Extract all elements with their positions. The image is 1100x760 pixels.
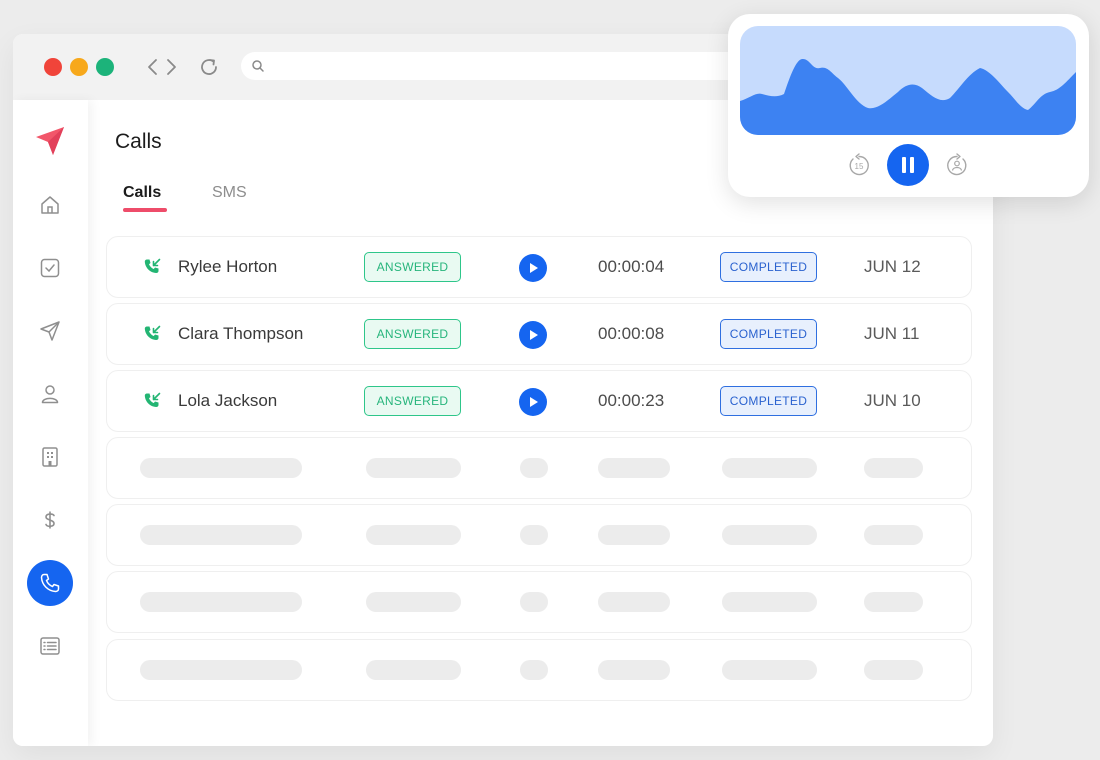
dollar-icon — [45, 511, 55, 529]
waveform-graphic — [740, 58, 1076, 135]
skeleton-bar — [864, 525, 923, 545]
speaker-button[interactable] — [944, 151, 970, 179]
completed-badge: COMPLETED — [720, 319, 817, 349]
skeleton-row — [106, 639, 972, 701]
completed-badge: COMPLETED — [720, 252, 817, 282]
user-circle-icon — [947, 153, 967, 176]
sidebar — [13, 100, 88, 746]
skeleton-row — [106, 571, 972, 633]
phone-icon — [40, 573, 60, 593]
incoming-call-icon — [144, 392, 161, 407]
call-row[interactable]: Clara Thompson ANSWERED 00:00:08 COMPLET… — [106, 303, 972, 365]
rewind-label: 15 — [855, 162, 864, 171]
skeleton-bar — [140, 525, 302, 545]
play-icon — [530, 397, 538, 407]
incoming-call-icon — [144, 325, 161, 340]
caller-name: Lola Jackson — [178, 391, 278, 410]
chevron-right-icon — [167, 59, 176, 75]
call-date: JUN 12 — [864, 257, 921, 276]
home-icon — [41, 196, 59, 214]
user-icon — [41, 385, 59, 404]
sidebar-item-home[interactable] — [27, 182, 73, 228]
building-icon — [42, 447, 58, 467]
skeleton-bar — [864, 458, 923, 478]
maximize-window-button[interactable] — [96, 58, 114, 76]
sidebar-item-tasks[interactable] — [27, 245, 73, 291]
call-duration: 00:00:08 — [598, 324, 665, 343]
play-recording-button[interactable] — [519, 388, 547, 416]
skeleton-bar — [598, 458, 670, 478]
skeleton-bar — [722, 458, 817, 478]
skeleton-bar — [140, 592, 302, 612]
call-date: JUN 10 — [864, 391, 921, 410]
checkbox-icon — [40, 258, 60, 278]
page-title: Calls — [115, 130, 162, 153]
answered-badge: ANSWERED — [364, 386, 461, 416]
completed-badge: COMPLETED — [720, 386, 817, 416]
call-duration: 00:00:23 — [598, 391, 665, 410]
call-row[interactable]: Lola Jackson ANSWERED 00:00:23 COMPLETED… — [106, 370, 972, 432]
rewind-icon: 15 — [849, 153, 869, 176]
skeleton-bar — [520, 458, 548, 478]
skeleton-bar — [598, 592, 670, 612]
pause-button[interactable] — [887, 144, 929, 186]
skeleton-bar — [864, 592, 923, 612]
caller-name: Rylee Horton — [178, 257, 278, 276]
back-button[interactable] — [141, 54, 163, 80]
skeleton-bar — [366, 525, 461, 545]
skeleton-bar — [140, 660, 302, 680]
reload-button[interactable] — [196, 54, 222, 80]
active-tab-indicator — [123, 208, 167, 212]
audio-waveform — [740, 26, 1076, 135]
sidebar-item-list[interactable] — [27, 623, 73, 669]
send-icon — [40, 321, 60, 341]
sidebar-item-billing[interactable] — [27, 497, 73, 543]
skeleton-bar — [140, 458, 302, 478]
sidebar-item-contacts[interactable] — [27, 371, 73, 417]
sidebar-item-send[interactable] — [27, 308, 73, 354]
answered-badge: ANSWERED — [364, 252, 461, 282]
play-recording-button[interactable] — [519, 321, 547, 349]
skeleton-bar — [598, 660, 670, 680]
skeleton-row — [106, 504, 972, 566]
skeleton-bar — [722, 525, 817, 545]
search-icon — [252, 60, 264, 72]
skeleton-bar — [520, 660, 548, 680]
sidebar-logo[interactable] — [27, 118, 73, 164]
rewind-15-button[interactable]: 15 — [846, 151, 872, 179]
address-bar[interactable] — [241, 52, 801, 80]
skeleton-row — [106, 437, 972, 499]
pause-icon — [902, 157, 914, 173]
sidebar-item-companies[interactable] — [27, 434, 73, 480]
answered-badge: ANSWERED — [364, 319, 461, 349]
skeleton-bar — [366, 592, 461, 612]
chevron-left-icon — [148, 59, 157, 75]
skeleton-bar — [598, 525, 670, 545]
skeleton-bar — [520, 592, 548, 612]
tab-sms[interactable]: SMS — [212, 184, 247, 202]
call-row[interactable]: Rylee Horton ANSWERED 00:00:04 COMPLETED… — [106, 236, 972, 298]
caller-name: Clara Thompson — [178, 324, 304, 343]
skeleton-bar — [722, 592, 817, 612]
forward-button[interactable] — [161, 54, 183, 80]
skeleton-bar — [366, 660, 461, 680]
play-icon — [530, 263, 538, 273]
skeleton-bar — [520, 525, 548, 545]
incoming-call-icon — [144, 258, 161, 273]
tab-calls[interactable]: Calls — [123, 184, 161, 202]
skeleton-bar — [366, 458, 461, 478]
reload-icon — [201, 59, 217, 75]
play-icon — [530, 330, 538, 340]
close-window-button[interactable] — [44, 58, 62, 76]
call-duration: 00:00:04 — [598, 257, 665, 276]
audio-player-card: 15 — [728, 14, 1089, 197]
minimize-window-button[interactable] — [70, 58, 88, 76]
skeleton-bar — [864, 660, 923, 680]
skeleton-bar — [722, 660, 817, 680]
list-icon — [40, 637, 60, 655]
paper-plane-icon — [36, 127, 64, 155]
play-recording-button[interactable] — [519, 254, 547, 282]
sidebar-item-calls[interactable] — [27, 560, 73, 606]
call-date: JUN 11 — [864, 324, 920, 343]
